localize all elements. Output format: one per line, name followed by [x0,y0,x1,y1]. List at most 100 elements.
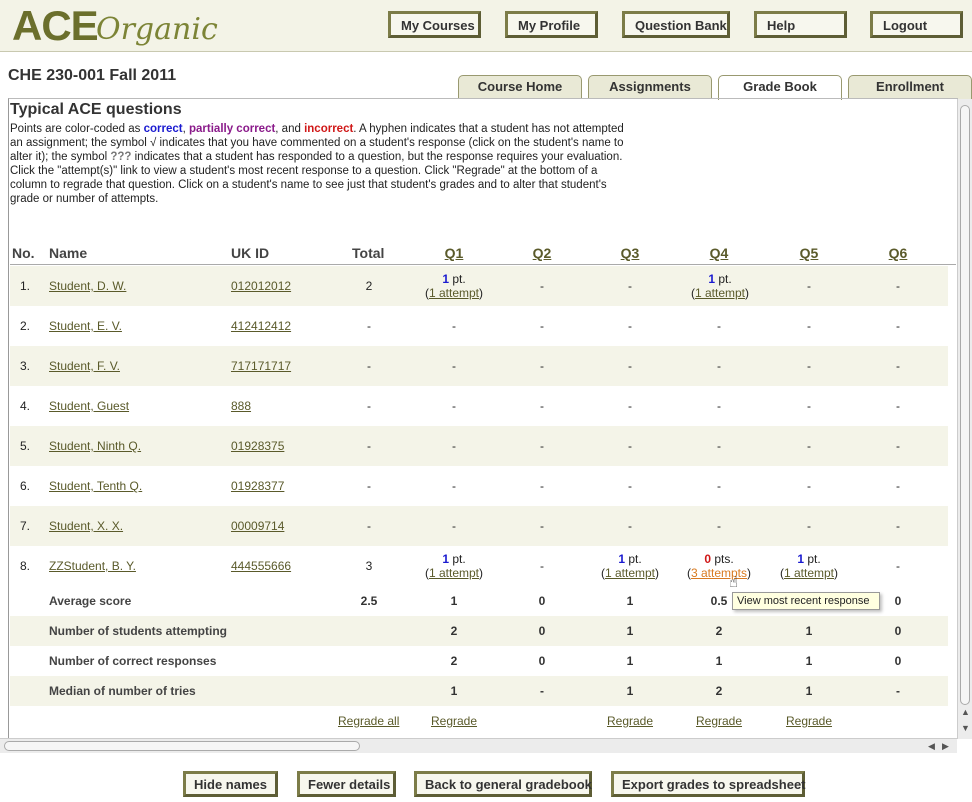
student-name-link[interactable]: Student, Ninth Q. [49,439,141,453]
header-q3[interactable]: Q3 [600,245,660,261]
q5-cell: - [807,279,811,293]
row-number: 2. [20,319,31,333]
q6-cell: - [896,279,900,293]
student-ukid-link[interactable]: 01928375 [231,439,284,453]
row-total: - [367,439,371,453]
q3-attempt-link[interactable]: 1 attempt [605,566,655,580]
q5-cell: - [807,519,811,533]
q3-cell: - [628,279,632,293]
question-bank-button[interactable]: Question Bank [622,11,730,38]
my-courses-button[interactable]: My Courses [388,11,481,38]
student-ukid-link[interactable]: 012012012 [231,279,291,293]
vertical-scrollbar[interactable]: ▲ ▼ [957,99,972,739]
header-name: Name [49,245,88,261]
q6-cell: - [896,519,900,533]
q5-cell: - [807,319,811,333]
scroll-right-arrow-icon[interactable]: ▶ [942,741,949,752]
help-button[interactable]: Help [754,11,847,38]
regrade-row: Regrade all Regrade Regrade Regrade Regr… [10,706,948,736]
scroll-up-arrow-icon[interactable]: ▲ [961,707,970,717]
student-name-link[interactable]: ZZStudent, B. Y. [49,559,136,573]
stats-q4: 1 [715,654,723,668]
header-q2[interactable]: Q2 [512,245,572,261]
regrade-q5-link[interactable]: Regrade [779,714,839,728]
instructions-text: Points are color-coded as correct, parti… [10,122,630,206]
my-profile-button[interactable]: My Profile [505,11,598,38]
header-q4[interactable]: Q4 [689,245,749,261]
student-name-link[interactable]: Student, D. W. [49,279,126,293]
q5-cell: - [807,399,811,413]
q1-attempt-link[interactable]: 1 attempt [429,286,479,300]
scroll-left-arrow-icon[interactable]: ◀ [928,741,935,752]
horizontal-scrollbar[interactable]: ◀ ▶ [0,738,957,753]
q1-cell: - [452,439,456,453]
q6-cell: - [896,479,900,493]
student-ukid-link[interactable]: 00009714 [231,519,284,533]
q5-score: 1 pt. (1 attempt) [779,552,839,580]
row-total: - [367,519,371,533]
header-q1[interactable]: Q1 [424,245,484,261]
stats-row-attempting: Number of students attempting 2 0 1 2 1 … [10,616,948,646]
regrade-q1-link[interactable]: Regrade [424,714,484,728]
q4-attempt-link[interactable]: 1 attempt [695,286,745,300]
q2-cell: - [540,279,544,293]
header-q6[interactable]: Q6 [868,245,928,261]
q2-cell: - [540,559,544,573]
q3-score: 1 pt. (1 attempt) [600,552,660,580]
q4-score: 1 pt. (1 attempt) [690,272,750,300]
q1-points-unit: pt. [449,272,466,286]
back-to-gradebook-button[interactable]: Back to general gradebook [414,771,592,797]
logo-sub-text: Organic [96,12,218,47]
student-ukid-link[interactable]: 01928377 [231,479,284,493]
stats-row-median: Median of number of tries 1 - 1 2 1 - [10,676,948,706]
regrade-q3-link[interactable]: Regrade [600,714,660,728]
q2-cell: - [540,319,544,333]
table-header: No. Name UK ID Total Q1 Q2 Q3 Q4 Q5 Q6 [10,245,956,265]
fewer-details-button[interactable]: Fewer details [297,771,396,797]
q1-cell: - [452,319,456,333]
student-name-link[interactable]: Student, F. V. [49,359,120,373]
row-number: 7. [20,519,31,533]
hide-names-button[interactable]: Hide names [183,771,278,797]
scroll-down-arrow-icon[interactable]: ▼ [961,723,970,733]
logout-button[interactable]: Logout [870,11,963,38]
tab-assignments[interactable]: Assignments [588,75,712,99]
q4-attempts-link[interactable]: 3 attempts [691,566,747,580]
q5-cell: - [807,479,811,493]
stats-q6: 0 [894,624,902,638]
horizontal-scroll-thumb[interactable] [4,741,360,751]
q2-cell: - [540,399,544,413]
q5-cell: - [807,359,811,373]
stats-label: Number of correct responses [49,654,217,668]
q4-points-unit: pts. [711,552,734,566]
header-q5[interactable]: Q5 [779,245,839,261]
q5-points-unit: pt. [804,552,821,566]
q3-cell: - [628,519,632,533]
header-total: Total [352,245,385,261]
q1-points-unit: pt. [449,552,466,566]
stats-q3: 1 [626,594,634,608]
student-ukid-link[interactable]: 412412412 [231,319,291,333]
student-name-link[interactable]: Student, E. V. [49,319,122,333]
regrade-all-link[interactable]: Regrade all [338,714,399,728]
student-name-link[interactable]: Student, Guest [49,399,129,413]
tab-course-home[interactable]: Course Home [458,75,582,99]
student-ukid-link[interactable]: 717171717 [231,359,291,373]
student-name-link[interactable]: Student, Tenth Q. [49,479,142,493]
vertical-scroll-thumb[interactable] [960,105,970,705]
row-number: 3. [20,359,31,373]
q1-attempt-link[interactable]: 1 attempt [429,566,479,580]
row-number: 1. [20,279,31,293]
student-ukid-link[interactable]: 888 [231,399,251,413]
tab-grade-book[interactable]: Grade Book [718,75,842,100]
course-title: CHE 230-001 Fall 2011 [8,67,177,84]
export-grades-button[interactable]: Export grades to spreadsheet [611,771,806,797]
regrade-q4-link[interactable]: Regrade [689,714,749,728]
q5-attempt-link[interactable]: 1 attempt [784,566,834,580]
tab-enrollment[interactable]: Enrollment [848,75,972,99]
q4-cell: - [717,319,721,333]
student-name-link[interactable]: Student, X. X. [49,519,123,533]
view-response-tooltip: View most recent response [732,592,880,610]
stats-label: Average score [49,594,132,608]
student-ukid-link[interactable]: 444555666 [231,559,291,573]
